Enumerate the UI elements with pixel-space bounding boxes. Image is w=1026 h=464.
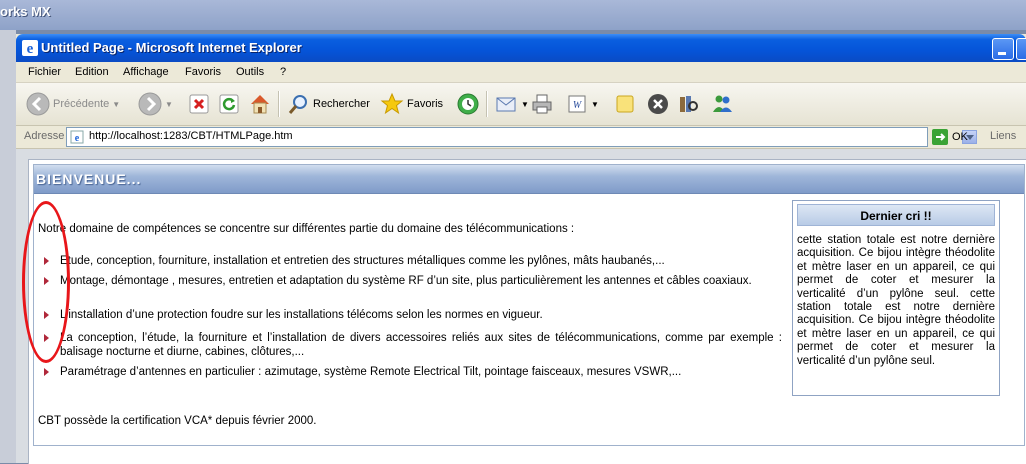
edit-dropdown-icon[interactable]: ▼	[591, 100, 599, 109]
search-icon	[288, 95, 307, 114]
list-item-text: La conception, l’étude, la fourniture et…	[60, 332, 782, 358]
forward-button[interactable]: ▼	[138, 91, 173, 117]
home-button[interactable]	[248, 91, 272, 117]
list-item-text: Etude, conception, fourniture, installat…	[60, 255, 665, 267]
list-item-text: Paramétrage d’antennes en particulier : …	[60, 366, 682, 378]
list-item-text: Montage, démontage , mesures, entretien …	[60, 275, 752, 287]
address-bar: Adresse e http://localhost:1283/CBT/HTML…	[16, 126, 1026, 149]
list-item-text: L’installation d’une protection foudre s…	[60, 309, 543, 321]
maximize-button[interactable]	[1016, 38, 1026, 60]
mail-dropdown-icon[interactable]: ▼	[521, 100, 529, 109]
address-url: http://localhost:1283/CBT/HTMLPage.htm	[89, 130, 293, 142]
back-button[interactable]: Précédente ▼	[26, 91, 120, 117]
list-item: La conception, l’étude, la fourniture et…	[44, 331, 782, 359]
welcome-banner: BIENVENUE...	[34, 165, 1024, 194]
list-item: Etude, conception, fourniture, installat…	[44, 254, 782, 268]
favorites-label: Favoris	[407, 98, 444, 110]
svg-text:e: e	[27, 41, 34, 57]
messenger-button[interactable]	[710, 91, 734, 117]
sidebar-header: Dernier cri !!	[797, 204, 995, 226]
close-circle-button[interactable]	[646, 91, 670, 117]
favorites-button[interactable]: Favoris	[380, 91, 443, 117]
window-title: Untitled Page - Microsoft Internet Explo…	[41, 40, 302, 55]
page-container: BIENVENUE... Notre domaine de compétence…	[33, 164, 1025, 446]
star-icon	[380, 92, 404, 115]
forward-arrow-icon	[138, 92, 162, 116]
discuss-button[interactable]	[614, 91, 636, 117]
search-label: Rechercher	[313, 98, 370, 110]
back-arrow-icon	[26, 92, 50, 116]
history-button[interactable]	[456, 91, 480, 117]
home-icon	[251, 95, 269, 114]
background-app-title: orks MX	[0, 4, 51, 19]
menu-fichier[interactable]: Fichier	[28, 66, 61, 78]
mail-icon	[496, 97, 516, 112]
menu-edition[interactable]: Edition	[75, 66, 109, 78]
printer-icon	[532, 94, 552, 114]
stop-button[interactable]	[188, 91, 210, 117]
ie-window: e Untitled Page - Microsoft Internet Exp…	[16, 34, 1026, 464]
certification-text: CBT possède la certification VCA* depuis…	[38, 415, 317, 427]
links-toolbar[interactable]: Liens	[990, 130, 1016, 142]
menu-favoris[interactable]: Favoris	[185, 66, 221, 78]
background-app-titlebar: orks MX	[0, 0, 1026, 30]
background-app-panel	[0, 30, 16, 463]
go-button[interactable]: OK	[932, 128, 982, 146]
web-page: BIENVENUE... Notre domaine de compétence…	[28, 159, 1026, 464]
history-icon	[457, 93, 479, 115]
stop-icon	[189, 94, 209, 114]
menu-bar: Fichier Edition Affichage Favoris Outils…	[16, 62, 1026, 83]
banner-title: BIENVENUE...	[36, 171, 142, 187]
menu-help[interactable]: ?	[280, 66, 286, 78]
print-button[interactable]	[530, 91, 554, 117]
list-item: L’installation d’une protection foudre s…	[44, 308, 782, 322]
books-icon	[680, 96, 698, 112]
browser-viewport[interactable]: BIENVENUE... Notre domaine de compétence…	[16, 149, 1026, 464]
sidebar-title: Dernier cri !!	[860, 209, 932, 223]
ie-logo-icon: e	[22, 40, 38, 57]
page-icon: e	[70, 130, 84, 144]
news-sidebar: Dernier cri !! cette station totale est …	[792, 200, 1000, 396]
messenger-icon	[713, 95, 732, 112]
word-icon: W	[568, 95, 586, 113]
close-circle-icon	[648, 94, 668, 114]
edit-button[interactable]: W ▼	[566, 91, 599, 117]
svg-text:e: e	[75, 133, 80, 144]
search-button[interactable]: Rechercher	[286, 91, 370, 117]
bullet-arrow-icon	[44, 368, 49, 376]
go-label: OK	[952, 131, 968, 143]
intro-text: Notre domaine de compétences se concentr…	[38, 223, 575, 235]
list-item: Paramétrage d’antennes en particulier : …	[44, 365, 782, 379]
sidebar-text: cette station totale est notre dernière …	[797, 234, 995, 367]
window-titlebar[interactable]: e Untitled Page - Microsoft Internet Exp…	[16, 34, 1026, 62]
mail-button[interactable]: ▼	[494, 91, 529, 117]
back-label: Précédente	[53, 98, 110, 110]
toolbar-separator	[486, 91, 488, 117]
forward-dropdown-icon[interactable]: ▼	[165, 100, 173, 109]
toolbar-separator	[278, 91, 280, 117]
address-label: Adresse	[24, 130, 65, 142]
note-icon	[616, 95, 634, 113]
go-arrow-icon	[932, 129, 948, 145]
menu-affichage[interactable]: Affichage	[123, 66, 169, 78]
annotation-circle	[22, 201, 70, 363]
research-button[interactable]	[676, 91, 700, 117]
address-input[interactable]: e http://localhost:1283/CBT/HTMLPage.htm	[66, 127, 977, 147]
standard-toolbar: Précédente ▼ ▼ Rechercher Favoris ▼ W ▼	[16, 83, 1026, 126]
refresh-icon	[219, 94, 239, 114]
list-item: Montage, démontage , mesures, entretien …	[44, 274, 782, 288]
refresh-button[interactable]	[218, 91, 240, 117]
menu-outils[interactable]: Outils	[236, 66, 264, 78]
back-dropdown-icon[interactable]: ▼	[112, 100, 120, 109]
minimize-button[interactable]	[992, 38, 1014, 60]
